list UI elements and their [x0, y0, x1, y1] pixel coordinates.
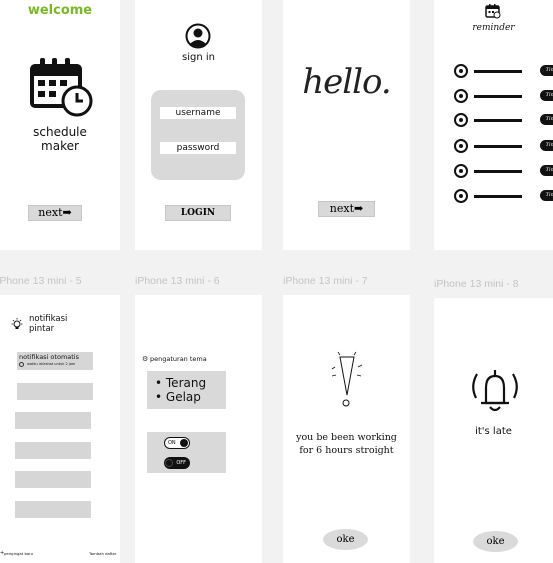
reminder-title: reminder [472, 23, 515, 33]
reminder-row[interactable]: Time [454, 89, 553, 107]
toggle-off-label: OFF [176, 460, 186, 466]
frame-hello: hello. next➡ [283, 0, 410, 250]
frame-theme: ⚙ pengaturan tema • Terang • Gelap ON OF… [135, 295, 262, 563]
add-list-link[interactable]: Tambah daftar [89, 551, 116, 556]
reminder-row[interactable]: Time [454, 189, 553, 207]
radio-icon[interactable] [454, 64, 468, 78]
theme-option-light[interactable]: • Terang [155, 376, 206, 390]
time-pill[interactable]: Time [540, 65, 553, 76]
reminder-line [474, 70, 522, 73]
signin-title: sign in [182, 52, 215, 63]
notification-slot[interactable] [15, 501, 91, 518]
time-pill[interactable]: Time [540, 90, 553, 101]
login-button[interactable]: LOGIN [165, 205, 231, 221]
frame-reminder: reminder Time Time Time Time Time Time [434, 0, 553, 250]
frame-signin: sign in username password LOGIN [135, 0, 262, 250]
calendar-clock-icon [28, 56, 94, 122]
toggle-off[interactable]: OFF [164, 457, 190, 469]
auto-notification-subtitle: waktu istirahat untuk 2 jam [27, 362, 76, 366]
notification-slot[interactable] [15, 442, 91, 459]
time-pill[interactable]: Time [540, 190, 553, 201]
warning-message-line2: for 6 hours stroight [299, 445, 394, 456]
next-button[interactable]: next➡ [28, 205, 82, 221]
login-card [151, 90, 245, 180]
reminder-line [474, 95, 522, 98]
time-pill[interactable]: Time [540, 114, 553, 125]
clock-icon [19, 362, 24, 367]
notification-slot[interactable] [17, 383, 93, 400]
reminder-line [474, 119, 522, 122]
toggle-on[interactable]: ON [164, 437, 190, 449]
radio-icon[interactable] [454, 164, 468, 178]
reminder-line [474, 195, 522, 198]
app-name-line2: maker [41, 139, 79, 153]
notification-slot[interactable] [15, 471, 91, 488]
reminder-row[interactable]: Time [454, 139, 553, 157]
theme-option-dark[interactable]: • Gelap [155, 390, 201, 404]
auto-notification-title: notifikasi otomatis [19, 353, 79, 361]
welcome-title: welcome [27, 3, 93, 18]
radio-icon[interactable] [454, 89, 468, 103]
reminder-row[interactable]: Time [454, 113, 553, 131]
notif-title-line2: pintar [29, 324, 55, 334]
hello-text: hello. [302, 62, 391, 102]
frame-late: it's late oke [434, 298, 553, 563]
bell-ringing-icon [467, 364, 523, 420]
late-message: it's late [475, 426, 512, 437]
frame-label-6: iPhone 13 mini - 6 [135, 275, 220, 287]
lightbulb-icon [10, 316, 24, 335]
password-field[interactable]: password [160, 142, 236, 154]
notification-slot[interactable] [15, 412, 91, 429]
toggle-knob-icon [180, 439, 188, 447]
notif-title-line1: notifikasi [29, 314, 68, 324]
frame-label-8: iPhone 13 mini - 8 [434, 278, 519, 290]
radio-icon[interactable] [454, 139, 468, 153]
radio-icon[interactable] [454, 113, 468, 127]
username-field[interactable]: username [160, 107, 236, 119]
toggle-knob-icon [165, 459, 173, 467]
reminder-row[interactable]: Time [454, 164, 553, 182]
exclamation-icon [331, 349, 363, 413]
auto-notification-card[interactable]: notifikasi otomatis waktu istirahat untu… [17, 352, 93, 370]
calendar-icon [485, 3, 501, 23]
frame-notifications: notifikasi pintar notifikasi otomatis wa… [0, 295, 120, 563]
frame-label-7: iPhone 13 mini - 7 [283, 275, 368, 287]
next-button[interactable]: next➡ [318, 201, 375, 217]
gear-icon: ⚙ [142, 355, 149, 363]
frame-welcome: welcome schedule maker next➡ [0, 0, 120, 250]
warning-message-line1: you be been working [296, 432, 397, 443]
reminder-row[interactable]: Time [454, 64, 553, 82]
radio-icon[interactable] [454, 189, 468, 203]
reminder-line [474, 170, 522, 173]
ok-button[interactable]: oke [323, 529, 368, 550]
time-pill[interactable]: Time [540, 165, 553, 176]
theme-title: pengaturan tema [150, 355, 207, 363]
ok-button[interactable]: oke [473, 531, 518, 552]
app-name-line1: schedule [33, 125, 87, 139]
frame-label-5: iPhone 13 mini - 5 [0, 275, 82, 287]
frame-warning: you be been working for 6 hours stroight… [283, 295, 410, 563]
reminder-line [474, 145, 522, 148]
user-avatar-icon [185, 23, 211, 53]
new-reminder-link[interactable]: pengingat baru [4, 551, 33, 556]
toggle-on-label: ON [168, 440, 176, 446]
time-pill[interactable]: Time [540, 140, 553, 151]
